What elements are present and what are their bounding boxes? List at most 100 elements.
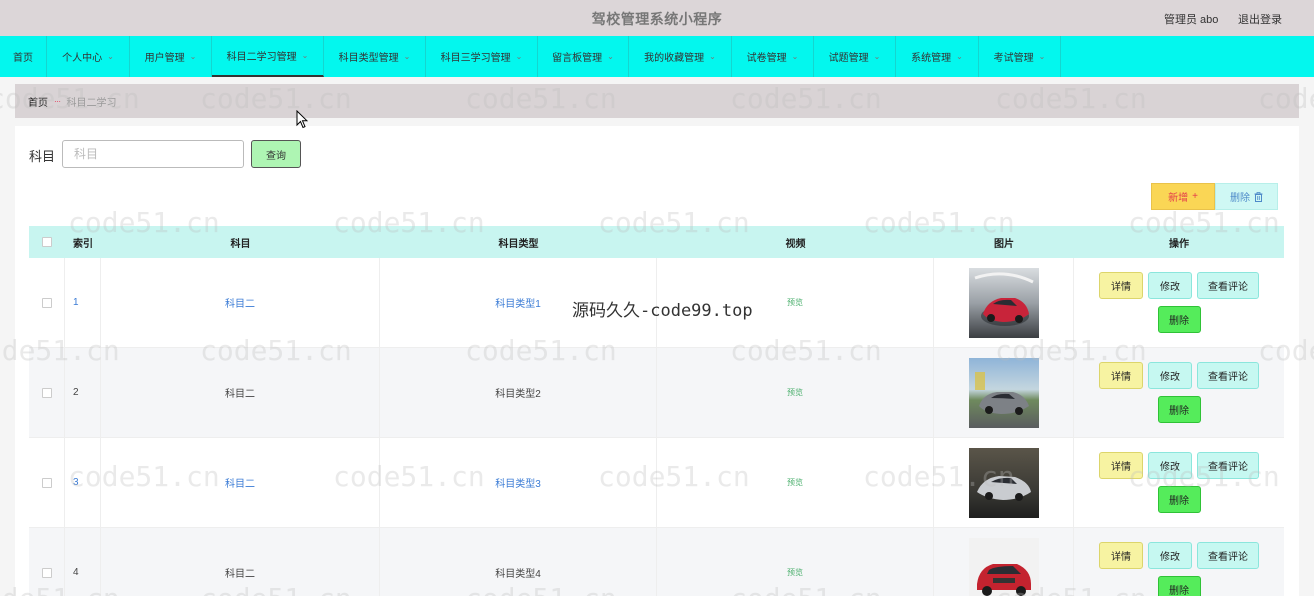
delete-button[interactable]: 删除 <box>1157 396 1201 423</box>
nav-item-system[interactable]: 系统管理 ⌄ <box>896 36 979 77</box>
add-button-label: 新增 <box>1168 193 1189 204</box>
nav-item-users[interactable]: 用户管理 ⌄ <box>130 36 212 77</box>
row-video-cell: 预览 <box>657 258 934 347</box>
row-subject: 科目二 <box>101 258 380 347</box>
view-comments-button[interactable]: 查看评论 <box>1197 362 1259 389</box>
row-subject: 科目二 <box>101 348 380 437</box>
nav-item-questions[interactable]: 试题管理 ⌄ <box>814 36 896 77</box>
row-checkbox[interactable] <box>41 567 52 578</box>
row-actions: 详情 修改 查看评论 删除 <box>1074 438 1284 527</box>
search-button[interactable]: 查询 <box>251 140 301 168</box>
nav-item-profile[interactable]: 个人中心 ⌄ <box>47 36 130 77</box>
row-subject: 科目二 <box>101 528 380 596</box>
row-checkbox[interactable] <box>41 387 52 398</box>
nav-item-subject-types[interactable]: 科目类型管理 ⌄ <box>324 36 426 77</box>
nav-item-exams[interactable]: 考试管理 ⌄ <box>979 36 1061 77</box>
video-preview-link[interactable]: 预览 <box>787 567 803 578</box>
chevron-down-icon: ⌄ <box>709 52 716 61</box>
row-video-cell: 预览 <box>657 348 934 437</box>
chevron-down-icon: ⌄ <box>403 52 411 61</box>
car-thumbnail[interactable] <box>968 267 1039 338</box>
table-row: 2 科目二 科目类型2 预览 详情 修改 查看评论 删除 <box>29 348 1284 438</box>
delete-button[interactable]: 删除 <box>1157 306 1201 333</box>
nav-item-label: 试题管理 <box>828 53 869 64</box>
nav-item-messages[interactable]: 留言板管理 ⌄ <box>538 36 629 77</box>
row-subject-type: 科目类型4 <box>380 528 657 596</box>
nav-item-subject2[interactable]: 科目二学习管理 ⌄ <box>212 36 324 77</box>
row-checkbox[interactable] <box>41 297 52 308</box>
trash-icon <box>1254 191 1263 202</box>
edit-button[interactable]: 修改 <box>1148 452 1192 479</box>
header-image: 图片 <box>994 238 1014 250</box>
chevron-down-icon: ⌄ <box>956 52 963 61</box>
table-header: 索引 科目 科目类型 视频 图片 操作 <box>29 226 1284 258</box>
video-preview-link[interactable]: 预览 <box>787 297 803 308</box>
breadcrumb-current: 科目二学习 <box>66 97 117 109</box>
chevron-down-icon: ⌄ <box>1038 52 1046 61</box>
breadcrumb-separator: ··· <box>54 96 61 106</box>
row-subject-type: 科目类型1 <box>380 258 657 347</box>
edit-button[interactable]: 修改 <box>1148 362 1192 389</box>
add-button[interactable]: 新增 + <box>1151 183 1215 210</box>
nav-item-label: 留言板管理 <box>552 53 603 64</box>
edit-button[interactable]: 修改 <box>1148 542 1192 569</box>
row-actions: 详情 修改 查看评论 删除 <box>1074 528 1284 596</box>
row-image-cell <box>934 348 1074 437</box>
detail-button[interactable]: 详情 <box>1099 272 1143 299</box>
delete-button[interactable]: 删除 <box>1157 576 1201 596</box>
chevron-down-icon: ⌄ <box>107 52 114 61</box>
car-thumbnail[interactable] <box>968 357 1039 428</box>
header-actions: 操作 <box>1169 238 1189 250</box>
chevron-down-icon: ⌄ <box>791 52 799 61</box>
header-subject-type: 科目类型 <box>498 238 539 250</box>
row-checkbox-cell <box>29 438 65 527</box>
app-title: 驾校管理系统小程序 <box>591 11 723 27</box>
view-comments-button[interactable]: 查看评论 <box>1197 272 1259 299</box>
nav-item-subject3[interactable]: 科目三学习管理 ⌄ <box>426 36 538 77</box>
select-all-cell <box>29 226 65 258</box>
batch-delete-button[interactable]: 删除 <box>1215 183 1278 210</box>
nav-item-home[interactable]: 首页 <box>0 36 47 77</box>
nav-item-label: 科目二学习管理 <box>226 52 297 63</box>
chevron-down-icon: ⌄ <box>301 51 309 60</box>
logout-link[interactable]: 退出登录 <box>1238 11 1282 27</box>
row-index: 4 <box>65 528 101 596</box>
header-subject: 科目 <box>230 238 251 250</box>
chevron-down-icon: ⌄ <box>607 52 614 61</box>
main-nav: 首页 个人中心 ⌄ 用户管理 ⌄ 科目二学习管理 ⌄ 科目类型管理 ⌄ 科目三学习管理 ⌄… <box>0 36 1314 77</box>
detail-button[interactable]: 详情 <box>1099 542 1143 569</box>
delete-button[interactable]: 删除 <box>1157 486 1201 513</box>
nav-item-label: 首页 <box>13 53 33 64</box>
row-image-cell <box>934 528 1074 596</box>
search-label: 科目 <box>29 149 56 164</box>
breadcrumb-home[interactable]: 首页 <box>28 94 48 109</box>
row-index: 1 <box>65 258 101 347</box>
nav-item-label: 考试管理 <box>993 53 1034 64</box>
edit-button[interactable]: 修改 <box>1148 272 1192 299</box>
row-checkbox[interactable] <box>41 477 52 488</box>
car-thumbnail[interactable] <box>968 537 1039 596</box>
chevron-down-icon: ⌄ <box>515 52 523 61</box>
select-all-checkbox[interactable] <box>42 237 52 247</box>
nav-item-label: 试卷管理 <box>746 53 787 64</box>
car-thumbnail[interactable] <box>968 447 1039 518</box>
nav-item-label: 科目类型管理 <box>338 53 399 64</box>
nav-item-favorites[interactable]: 我的收藏管理 ⌄ <box>629 36 732 77</box>
current-user: 管理员 abo <box>1164 14 1219 26</box>
video-preview-link[interactable]: 预览 <box>787 387 803 398</box>
row-subject: 科目二 <box>101 438 380 527</box>
row-video-cell: 预览 <box>657 438 934 527</box>
chevron-down-icon: ⌄ <box>189 52 197 61</box>
row-video-cell: 预览 <box>657 528 934 596</box>
video-preview-link[interactable]: 预览 <box>787 477 803 488</box>
nav-item-papers[interactable]: 试卷管理 ⌄ <box>732 36 814 77</box>
detail-button[interactable]: 详情 <box>1099 362 1143 389</box>
view-comments-button[interactable]: 查看评论 <box>1197 542 1259 569</box>
row-checkbox-cell <box>29 528 65 596</box>
detail-button[interactable]: 详情 <box>1099 452 1143 479</box>
search-input[interactable] <box>62 140 244 168</box>
header-video: 视频 <box>785 238 806 250</box>
table-row: 3 科目二 科目类型3 预览 详情 修改 查看评论 删除 <box>29 438 1284 528</box>
view-comments-button[interactable]: 查看评论 <box>1197 452 1259 479</box>
mouse-cursor-icon <box>296 110 308 129</box>
